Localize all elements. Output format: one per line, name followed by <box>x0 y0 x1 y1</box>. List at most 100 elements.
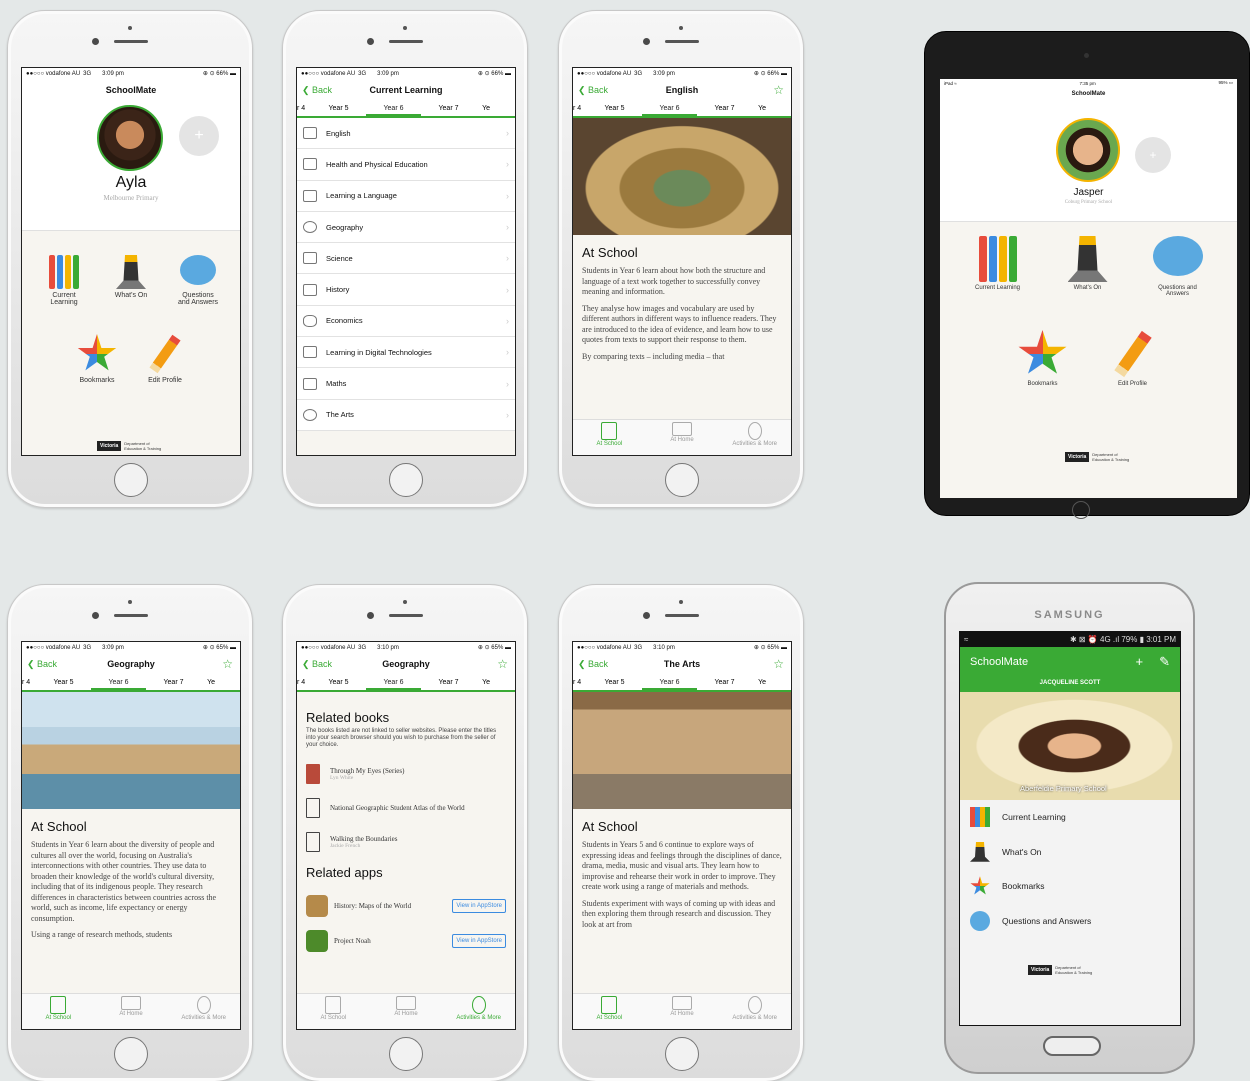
tab-year4[interactable]: r 4 <box>297 675 311 690</box>
home-button[interactable] <box>665 1037 699 1071</box>
edit-profile-button[interactable]: Edit Profile <box>135 334 195 384</box>
tab-year4[interactable]: r 4 <box>573 675 587 690</box>
subject-history[interactable]: History › <box>297 274 515 306</box>
status-bar: ●●○○○ vodafone AU 3G 3:09 pm ⊕ ⊙ 66% ▬ <box>573 68 791 79</box>
bookmark-star-icon[interactable]: ☆ <box>773 83 784 97</box>
tab-year4[interactable]: r 4 <box>297 101 311 116</box>
questions-answers-button[interactable]: Questions and Answers <box>168 255 228 306</box>
menu-bookmarks[interactable]: Bookmarks <box>960 869 1180 904</box>
subject-economics[interactable]: Economics › <box>297 305 515 338</box>
tab-year6[interactable]: Year 6 <box>642 675 697 690</box>
tab-activities[interactable]: Activities & More <box>442 994 515 1029</box>
subject-english[interactable]: English › <box>297 118 515 150</box>
home-button[interactable] <box>1043 1036 1101 1056</box>
tab-year7[interactable]: Year 7 <box>697 675 752 690</box>
whats-on-button[interactable]: What's On <box>1055 236 1120 291</box>
tab-at-home[interactable]: At Home <box>646 994 719 1029</box>
pencil-icon <box>149 334 181 374</box>
back-button[interactable]: ❮ Back <box>578 659 608 670</box>
home-button[interactable] <box>114 463 148 497</box>
avatar[interactable] <box>1056 118 1120 182</box>
tab-year5[interactable]: Year 5 <box>311 675 366 690</box>
home-button[interactable] <box>389 1037 423 1071</box>
current-learning-button[interactable]: Current Learning <box>965 236 1030 291</box>
tab-at-home[interactable]: At Home <box>370 994 443 1029</box>
whats-on-button[interactable]: What's On <box>101 255 161 299</box>
menu-questions-answers[interactable]: Questions and Answers <box>960 904 1180 939</box>
home-button[interactable] <box>665 463 699 497</box>
tab-year6[interactable]: Year 6 <box>366 101 421 116</box>
tab-activities[interactable]: Activities & More <box>718 420 791 455</box>
tab-year8[interactable]: Ye <box>476 101 490 116</box>
bookmarks-button[interactable]: Bookmarks <box>1010 330 1075 387</box>
book-item[interactable]: Through My Eyes (Series) Lyn White <box>297 757 515 791</box>
tab-activities[interactable]: Activities & More <box>718 994 791 1029</box>
menu-current-learning[interactable]: Current Learning <box>960 800 1180 835</box>
tab-year5[interactable]: Year 5 <box>36 675 91 690</box>
subject-language[interactable]: Learning a Language › <box>297 180 515 212</box>
bookmark-star-icon[interactable]: ☆ <box>773 657 784 671</box>
subject-health[interactable]: Health and Physical Education › <box>297 149 515 181</box>
add-profile-button[interactable]: + <box>1135 137 1171 173</box>
subject-geography[interactable]: Geography › <box>297 211 515 244</box>
subject-arts[interactable]: The Arts › <box>297 399 515 431</box>
status-bar: ●●○○○ vodafone AU 3G 3:10 pm ⊕ ⊙ 65% ▬ <box>297 642 515 653</box>
tab-at-school[interactable]: At School <box>573 994 646 1029</box>
home-button[interactable] <box>389 463 423 497</box>
tab-at-school[interactable]: At School <box>22 994 95 1029</box>
view-appstore-button[interactable]: View in AppStore <box>452 898 506 913</box>
bookmark-star-icon[interactable]: ☆ <box>222 657 233 671</box>
tab-year7[interactable]: Year 7 <box>697 101 752 116</box>
subject-maths[interactable]: Maths › <box>297 368 515 400</box>
edit-profile-button[interactable]: Edit Profile <box>1100 330 1165 387</box>
book-item[interactable]: Walking the Boundaries Jackie French <box>297 825 515 859</box>
current-learning-button[interactable]: Current Learning <box>34 255 94 306</box>
questions-answers-button[interactable]: Questions and Answers <box>1145 236 1210 297</box>
add-icon[interactable]: + <box>1136 654 1144 670</box>
menu-whats-on[interactable]: What's On <box>960 835 1180 870</box>
view-appstore-button[interactable]: View in AppStore <box>452 933 506 948</box>
tab-year8[interactable]: Ye <box>476 675 490 690</box>
subject-science[interactable]: Science › <box>297 243 515 275</box>
nav-bar: ❮ Back Geography ☆ <box>22 653 240 675</box>
tab-activities[interactable]: Activities & More <box>167 994 240 1029</box>
tab-at-home[interactable]: At Home <box>95 994 168 1029</box>
tab-year7[interactable]: Year 7 <box>421 101 476 116</box>
back-button[interactable]: ❮ Back <box>302 659 332 670</box>
tab-year5[interactable]: Year 5 <box>587 675 642 690</box>
bookmark-star-icon[interactable]: ☆ <box>497 657 508 671</box>
home-button[interactable] <box>114 1037 148 1071</box>
tab-year4[interactable]: r 4 <box>573 101 587 116</box>
tab-year6[interactable]: Year 6 <box>91 675 146 690</box>
back-button[interactable]: ❮ Back <box>27 659 57 670</box>
book-icon <box>601 422 618 440</box>
tab-year7[interactable]: Year 7 <box>421 675 476 690</box>
add-profile-button[interactable]: + <box>179 116 219 156</box>
globe-icon <box>303 221 317 234</box>
avatar[interactable] <box>97 105 163 171</box>
home-button[interactable] <box>1072 501 1090 519</box>
tab-year8[interactable]: Ye <box>752 675 766 690</box>
back-button[interactable]: ❮ Back <box>302 85 332 96</box>
tab-year8[interactable]: Ye <box>201 675 215 690</box>
bookmarks-button[interactable]: Bookmarks <box>67 334 127 384</box>
tab-year4[interactable]: r 4 <box>22 675 36 690</box>
tab-at-home[interactable]: At Home <box>646 420 719 455</box>
palette-icon <box>303 408 317 421</box>
tab-at-school[interactable]: At School <box>297 994 370 1029</box>
tab-at-school[interactable]: At School <box>573 420 646 455</box>
tab-year6[interactable]: Year 6 <box>366 675 421 690</box>
tab-year6[interactable]: Year 6 <box>642 101 697 116</box>
subject-digital-tech[interactable]: Learning in Digital Technologies › <box>297 337 515 369</box>
department-logo: Victoria Department of Education & Traini… <box>1065 452 1129 462</box>
edit-icon[interactable]: ✎ <box>1159 654 1170 670</box>
profile-name: JACQUELINE SCOTT <box>960 677 1180 692</box>
tab-year8[interactable]: Ye <box>752 101 766 116</box>
tab-year5[interactable]: Year 5 <box>587 101 642 116</box>
library-photo <box>573 118 791 235</box>
iphone-arts: ●●○○○ vodafone AU 3G 3:10 pm ⊕ ⊙ 65% ▬ ❮ Ba… <box>558 584 804 1081</box>
back-button[interactable]: ❮ Back <box>578 85 608 96</box>
tab-year7[interactable]: Year 7 <box>146 675 201 690</box>
book-item[interactable]: National Geographic Student Atlas of the… <box>297 791 515 825</box>
tab-year5[interactable]: Year 5 <box>311 101 366 116</box>
